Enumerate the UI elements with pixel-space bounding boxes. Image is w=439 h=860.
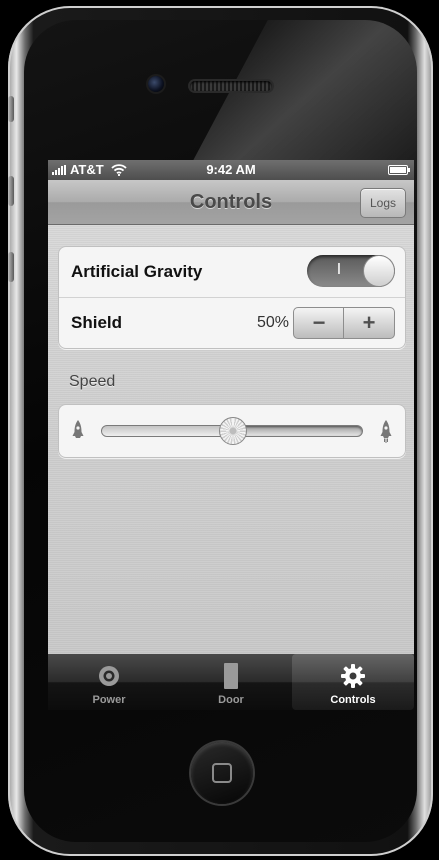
shield-value: 50% (256, 314, 289, 331)
artificial-gravity-toggle[interactable]: I (307, 255, 395, 287)
tab-door-label: Door (218, 694, 244, 706)
rocket-slow-icon (72, 420, 84, 438)
logs-button[interactable]: Logs (360, 188, 406, 218)
tab-power-label: Power (92, 694, 126, 706)
artificial-gravity-row: Artificial Gravity I (59, 247, 405, 297)
status-time: 9:42 AM (206, 162, 256, 177)
speed-group (58, 404, 406, 458)
screen: AT&T 9:42 AM Controls Logs Artificial Gr… (48, 160, 414, 710)
toggle-knob[interactable] (363, 255, 395, 287)
tab-power[interactable]: Power (48, 654, 170, 710)
shield-decrease-button[interactable]: − (294, 308, 344, 338)
speed-slider-track[interactable] (101, 417, 363, 445)
speed-section-label: Speed (69, 373, 116, 390)
home-button[interactable] (191, 742, 253, 804)
battery-icon (388, 165, 410, 175)
earpiece-speaker (190, 81, 272, 91)
mute-switch (8, 96, 14, 122)
tab-door[interactable]: Door (170, 654, 292, 710)
tab-controls-label: Controls (330, 694, 376, 706)
shield-label: Shield (71, 313, 123, 332)
shield-increase-button[interactable]: + (343, 308, 394, 338)
home-square-icon (212, 763, 232, 783)
gear-icon (341, 664, 365, 688)
toggle-off-icon: I (336, 261, 342, 278)
navigation-bar: Controls Logs (48, 180, 414, 225)
shield-row: Shield 50% − + (59, 297, 405, 348)
tab-controls[interactable]: Controls (292, 654, 414, 710)
volume-down-button (8, 252, 14, 282)
power-icon (99, 666, 119, 686)
shield-stepper: − + (293, 307, 395, 339)
door-icon (224, 663, 238, 689)
speed-slider-fill (102, 426, 232, 436)
speed-slider-thumb[interactable] (219, 417, 247, 445)
tab-bar: Power Door Controls (48, 654, 414, 710)
volume-up-button (8, 176, 14, 206)
artificial-gravity-label: Artificial Gravity (71, 262, 203, 281)
front-camera (148, 76, 164, 92)
settings-group: Artificial Gravity I Shield 50% − + (58, 246, 406, 349)
status-bar: AT&T 9:42 AM (48, 160, 414, 180)
rocket-fast-icon (380, 420, 392, 443)
